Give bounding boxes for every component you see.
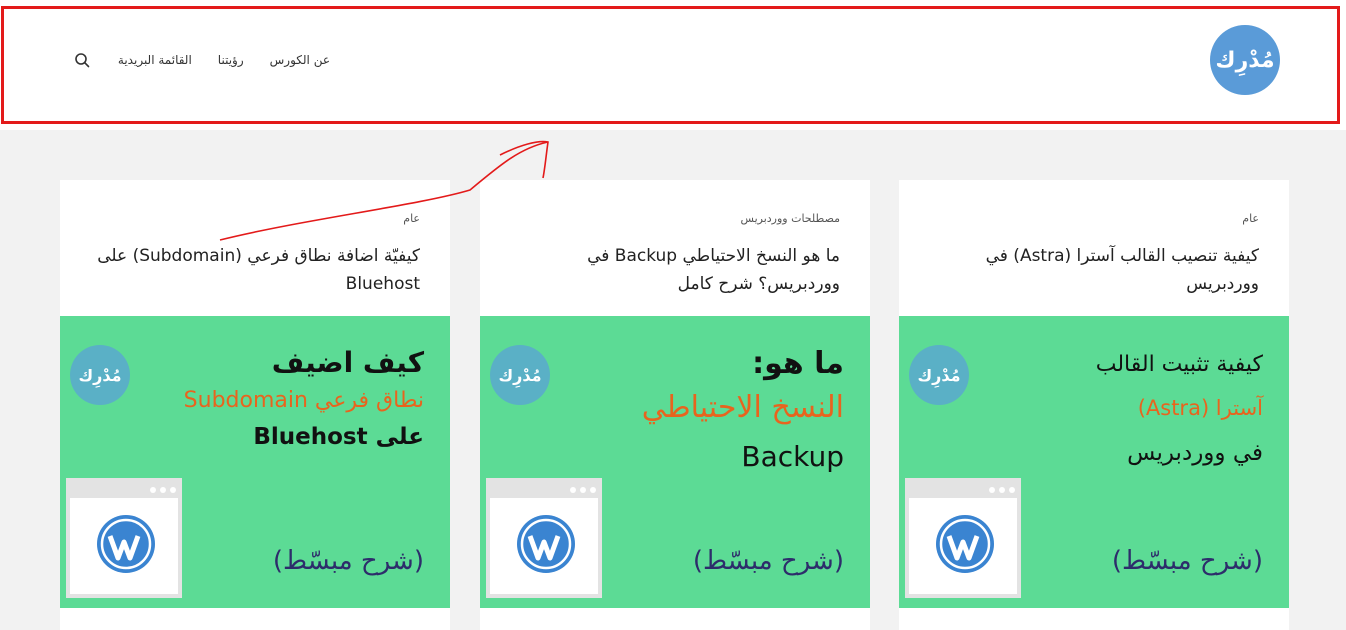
nav-item-newsletter[interactable]: القائمة البريدية [118,53,192,67]
thumbnail-line-1: كيف اضيف [271,346,424,379]
site-logo[interactable]: مُدْرِك [1210,25,1280,95]
post-title[interactable]: كيفيّة اضافة نطاق فرعي (Subdomain) على B… [90,242,420,298]
post-card[interactable]: عام كيفية تنصيب القالب آسترا (Astra) في … [899,180,1289,630]
post-category[interactable]: عام [1242,212,1259,225]
post-card[interactable]: مصطلحات ووردبريس ما هو النسخ الاحتياطي B… [480,180,870,630]
thumbnail-line-3: Backup [741,440,844,473]
search-icon[interactable] [72,50,92,70]
post-category[interactable]: مصطلحات ووردبريس [741,212,840,225]
logo-text: مُدْرِك [1215,47,1275,73]
thumbnail-subtitle: (شرح مبسّط) [272,546,424,576]
post-thumbnail[interactable]: مُدْرِك كيفية تثبيت القالب آسترا (Astra)… [899,316,1289,608]
post-title[interactable]: ما هو النسخ الاحتياطي Backup في ووردبريس… [510,242,840,298]
thumbnail-line-3: على Bluehost [253,424,424,450]
thumbnail-subtitle: (شرح مبسّط) [692,546,844,576]
browser-window-illustration [66,478,182,598]
post-card[interactable]: عام كيفيّة اضافة نطاق فرعي (Subdomain) ع… [60,180,450,630]
post-title[interactable]: كيفية تنصيب القالب آسترا (Astra) في وورد… [929,242,1259,298]
thumbnail-subtitle: (شرح مبسّط) [1111,546,1263,576]
nav-item-about-course[interactable]: عن الكورس [270,53,330,67]
wordpress-icon [97,515,155,573]
thumbnail-logo: مُدْرِك [490,345,550,405]
thumbnail-line-2: النسخ الاحتياطي [641,390,844,425]
thumbnail-line-1: كيفية تثبيت القالب [1095,352,1263,377]
thumbnail-line-2: نطاق فرعي Subdomain [183,388,424,413]
post-thumbnail[interactable]: مُدْرِك ما هو: النسخ الاحتياطي Backup (ش… [480,316,870,608]
browser-window-illustration [905,478,1021,598]
thumbnail-line-1: ما هو: [752,346,844,381]
thumbnail-line-3: في ووردبريس [1127,440,1263,466]
site-header: مُدْرِك عن الكورس رؤيتنا القائمة البريدي… [0,0,1346,130]
post-category[interactable]: عام [403,212,420,225]
browser-window-illustration [486,478,602,598]
thumbnail-logo: مُدْرِك [909,345,969,405]
thumbnail-logo: مُدْرِك [70,345,130,405]
main-nav: عن الكورس رؤيتنا القائمة البريدية [72,50,330,70]
nav-item-vision[interactable]: رؤيتنا [218,53,244,67]
post-thumbnail[interactable]: مُدْرِك كيف اضيف نطاق فرعي Subdomain على… [60,316,450,608]
wordpress-icon [936,515,994,573]
wordpress-icon [517,515,575,573]
thumbnail-line-2: آسترا (Astra) [1137,396,1263,420]
